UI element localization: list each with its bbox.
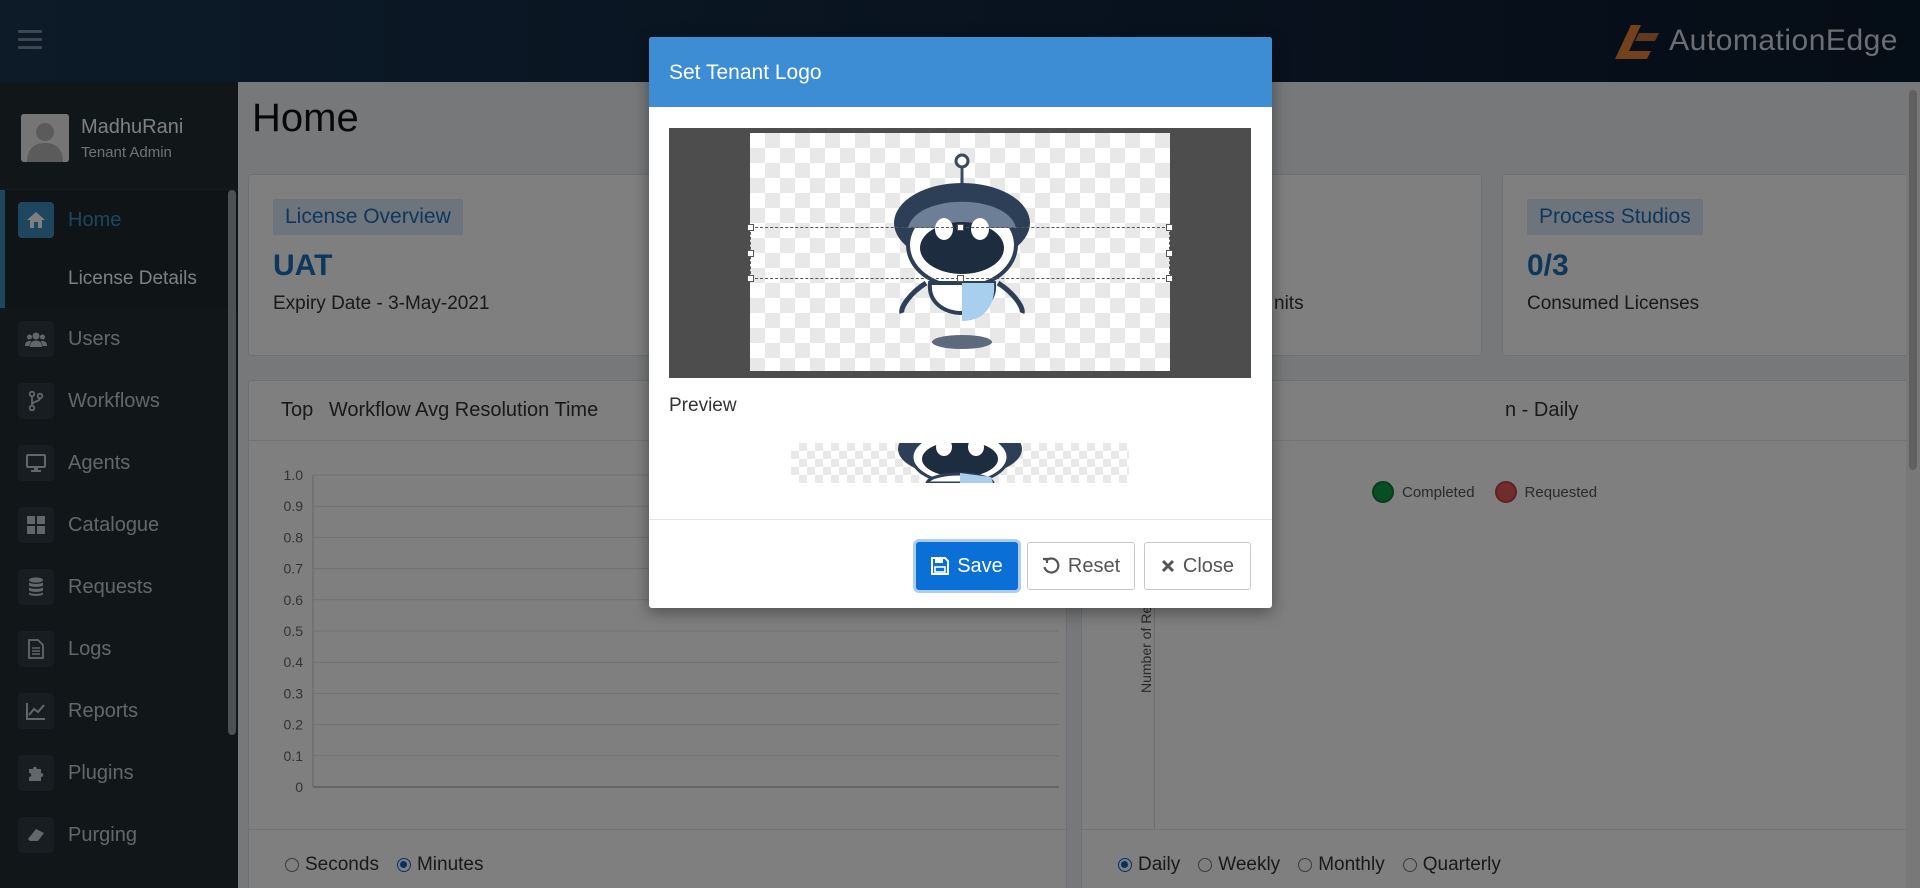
crop-selection-box[interactable] — [747, 224, 1173, 282]
logo-image[interactable] — [747, 133, 1173, 371]
reset-button-label: Reset — [1067, 554, 1121, 577]
robot-preview-icon — [898, 443, 1022, 483]
close-button-label: Close — [1182, 554, 1235, 577]
modal-title: Set Tenant Logo — [649, 37, 1272, 107]
crop-handle-left[interactable] — [747, 250, 754, 257]
crop-handle-top-left[interactable] — [747, 224, 754, 231]
crop-handle-bottom-left[interactable] — [747, 275, 754, 282]
close-icon — [1161, 559, 1174, 573]
undo-icon — [1042, 557, 1060, 574]
save-button[interactable]: Save — [916, 542, 1018, 590]
crop-area[interactable] — [669, 128, 1251, 378]
preview-label: Preview — [669, 395, 737, 416]
set-tenant-logo-modal: Set Tenant Logo Preview Save Reset Close — [649, 37, 1272, 608]
crop-handle-top-right[interactable] — [1166, 224, 1173, 231]
modal-footer: Save Reset Close — [649, 519, 1272, 608]
crop-handle-right[interactable] — [1166, 250, 1173, 257]
logo-preview — [791, 443, 1129, 483]
crop-handle-bottom-right[interactable] — [1166, 275, 1173, 282]
save-button-label: Save — [957, 554, 1003, 577]
close-button[interactable]: Close — [1144, 542, 1251, 590]
crop-handle-bottom[interactable] — [957, 275, 964, 282]
reset-button[interactable]: Reset — [1027, 542, 1135, 590]
crop-handle-top[interactable] — [957, 224, 964, 231]
save-icon — [931, 557, 950, 575]
